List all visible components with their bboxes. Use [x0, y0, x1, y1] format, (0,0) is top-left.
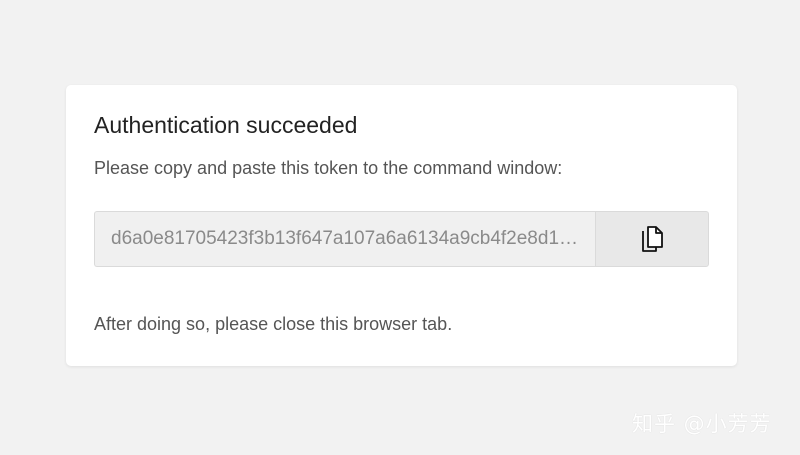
token-input[interactable]	[94, 211, 595, 267]
auth-success-card: Authentication succeeded Please copy and…	[66, 85, 737, 366]
dialog-title: Authentication succeeded	[94, 112, 358, 138]
instruction-text: Please copy and paste this token to the …	[94, 158, 563, 178]
copy-icon	[642, 226, 663, 252]
token-field-group	[94, 211, 709, 267]
copy-token-button[interactable]	[595, 211, 709, 267]
watermark-text: 知乎 @小芳芳	[632, 412, 772, 436]
close-tab-text: After doing so, please close this browse…	[94, 314, 453, 334]
